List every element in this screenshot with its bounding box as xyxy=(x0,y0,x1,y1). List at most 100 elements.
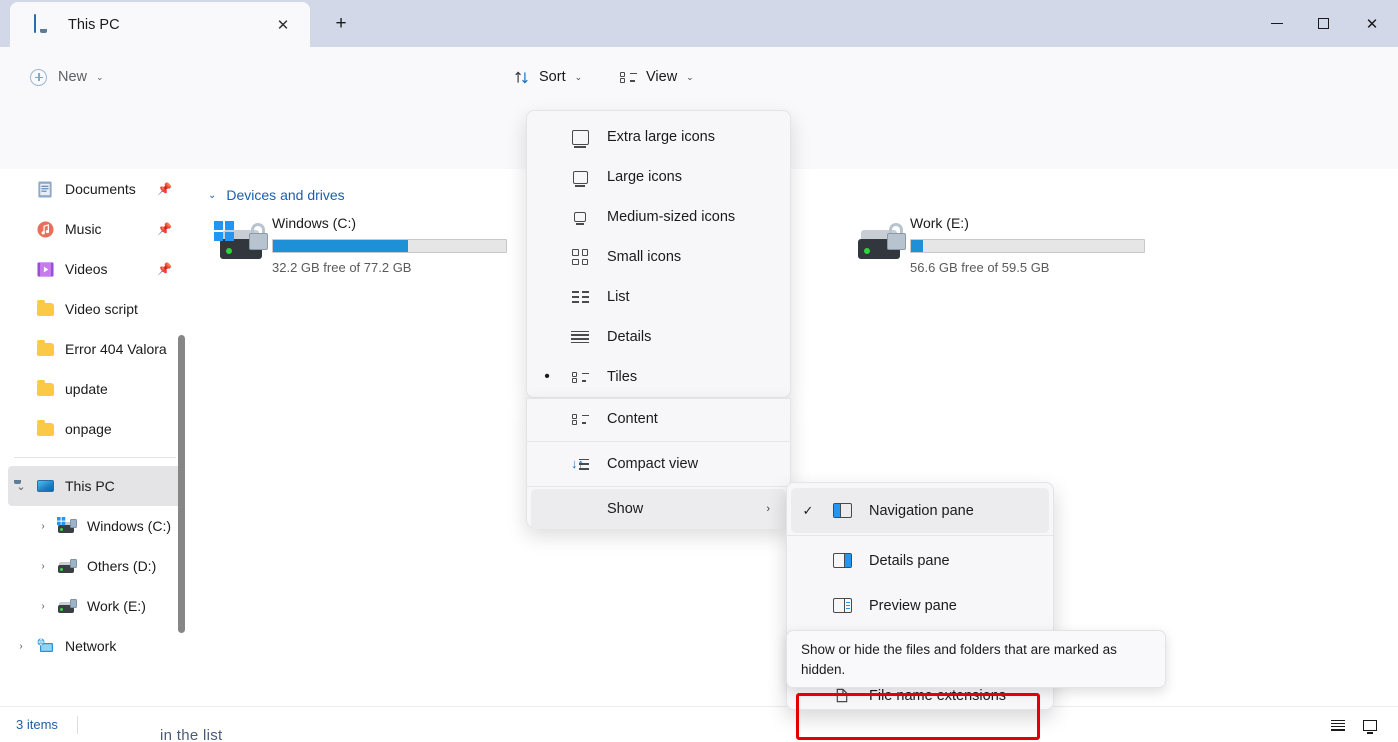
chevron-right-icon: › xyxy=(766,503,770,515)
command-bar: New ⌄ A xyxy=(0,47,1398,135)
sidebar-item-network[interactable]: › Network xyxy=(8,626,182,666)
compact-view-icon: ↓↑ xyxy=(563,457,597,471)
sidebar-item-others-d[interactable]: › Others (D:) xyxy=(8,546,182,586)
view-button[interactable]: View ⌄ xyxy=(612,61,702,93)
twisty: › xyxy=(8,344,34,355)
drive-windows-icon xyxy=(56,516,78,533)
sidebar-item-error-404-valora[interactable]: › Error 404 Valora xyxy=(8,329,182,369)
close-window-button[interactable]: ✕ xyxy=(1346,0,1398,47)
twisty: › xyxy=(8,264,34,275)
sidebar-item-label: update xyxy=(65,381,108,397)
group-header-devices-and-drives[interactable]: ⌄ Devices and drives xyxy=(208,187,345,203)
folder-icon xyxy=(34,299,56,316)
list-icon xyxy=(563,291,597,303)
sidebar-item-documents[interactable]: › Documents 📌 xyxy=(8,169,182,209)
sidebar-item-update[interactable]: › update xyxy=(8,369,182,409)
submenu-item-label: Details pane xyxy=(869,552,950,569)
chevron-down-icon: ⌄ xyxy=(96,71,104,82)
sort-label: Sort xyxy=(539,69,566,85)
sidebar-item-windows-c[interactable]: › Windows (C:) xyxy=(8,506,182,546)
submenu-item-preview-pane[interactable]: Preview pane xyxy=(791,583,1049,628)
submenu-item-label: Preview pane xyxy=(869,597,957,614)
tab-this-pc[interactable]: This PC ✕ xyxy=(10,2,310,47)
pin-icon[interactable]: 📌 xyxy=(157,222,172,236)
view-label: View xyxy=(646,69,678,85)
capacity-bar xyxy=(272,239,507,253)
monitor-icon xyxy=(34,13,54,35)
background-bleed-text: in the list xyxy=(160,727,223,742)
menu-item-small-icons[interactable]: Small icons xyxy=(531,237,786,277)
twisty[interactable]: › xyxy=(8,641,34,652)
status-divider xyxy=(77,716,78,734)
menu-item-large-icons[interactable]: Large icons xyxy=(531,157,786,197)
menu-item-details[interactable]: Details xyxy=(531,317,786,357)
tab-title: This PC xyxy=(68,16,120,33)
menu-item-compact-view[interactable]: ↓↑ Compact view xyxy=(531,444,786,484)
item-count: 3 items xyxy=(16,717,58,732)
twisty[interactable]: › xyxy=(30,601,56,612)
drive-free-space: 56.6 GB free of 59.5 GB xyxy=(910,260,1050,275)
drive-tile-windows-c[interactable]: Windows (C:) 32.2 GB free of 77.2 GB xyxy=(214,213,514,275)
menu-item-label: Details xyxy=(607,329,652,345)
chevron-down-icon[interactable]: ⌄ xyxy=(208,190,216,201)
menu-item-extra-large-icons[interactable]: Extra large icons xyxy=(531,117,786,157)
close-icon[interactable]: ✕ xyxy=(272,14,294,36)
music-icon xyxy=(34,220,56,238)
sidebar-item-work-e[interactable]: › Work (E:) xyxy=(8,586,182,626)
twisty[interactable]: › xyxy=(30,561,56,572)
menu-item-label: Large icons xyxy=(607,169,682,185)
minimize-button[interactable] xyxy=(1254,0,1300,47)
grid-small-icon xyxy=(563,249,597,265)
menu-item-show[interactable]: Show › xyxy=(531,489,786,529)
sidebar-item-label: Video script xyxy=(65,301,138,317)
sidebar-item-this-pc[interactable]: ⌄ This PC xyxy=(8,466,182,506)
tooltip: Show or hide the files and folders that … xyxy=(786,630,1166,688)
submenu-item-details-pane[interactable]: Details pane xyxy=(791,538,1049,583)
submenu-item-navigation-pane[interactable]: ✓ Navigation pane xyxy=(791,488,1049,533)
drive-icon xyxy=(56,558,78,573)
content-icon xyxy=(563,413,597,426)
maximize-button[interactable] xyxy=(1300,0,1346,47)
drive-tile-work-e[interactable]: Work (E:) 56.6 GB free of 59.5 GB xyxy=(852,213,1152,275)
details-view-button[interactable] xyxy=(1324,711,1352,739)
documents-icon xyxy=(34,180,56,198)
group-header-label: Devices and drives xyxy=(226,187,345,203)
new-button[interactable]: New ⌄ xyxy=(22,61,112,93)
menu-item-medium-sized-icons[interactable]: Medium-sized icons xyxy=(531,197,786,237)
sidebar-scrollbar-thumb[interactable] xyxy=(178,335,185,633)
sort-button[interactable]: Sort ⌄ xyxy=(505,61,590,93)
twisty[interactable]: › xyxy=(30,521,56,532)
pin-icon[interactable]: 📌 xyxy=(157,262,172,276)
menu-item-label: Small icons xyxy=(607,249,682,265)
new-tab-button[interactable]: + xyxy=(327,10,355,38)
large-icons-view-button[interactable] xyxy=(1356,711,1384,739)
menu-item-content[interactable]: Content xyxy=(531,399,786,439)
window-controls: ✕ xyxy=(1254,0,1398,47)
sidebar-item-video-script[interactable]: › Video script xyxy=(8,289,182,329)
menu-item-list[interactable]: List xyxy=(531,277,786,317)
capacity-bar xyxy=(910,239,1145,253)
pin-icon[interactable]: 📌 xyxy=(157,182,172,196)
folder-icon xyxy=(34,419,56,436)
windows-drive-icon xyxy=(214,213,272,275)
twisty-expanded[interactable]: ⌄ xyxy=(8,480,34,493)
monitor-icon xyxy=(34,480,56,492)
menu-item-label: Extra large icons xyxy=(607,129,715,145)
twisty: › xyxy=(8,424,34,435)
title-bar: This PC ✕ + ✕ xyxy=(0,0,1398,47)
sidebar-item-label: Error 404 Valora xyxy=(65,341,167,357)
menu-item-tiles[interactable]: • Tiles xyxy=(531,357,786,397)
drive-name: Work (E:) xyxy=(910,215,969,231)
sidebar-item-onpage[interactable]: › onpage xyxy=(8,409,182,449)
plus-icon xyxy=(30,68,47,86)
navigation-pane-icon xyxy=(825,503,859,518)
sidebar-item-label: onpage xyxy=(65,421,112,437)
details-pane-icon xyxy=(825,553,859,568)
twisty: › xyxy=(8,384,34,395)
new-label: New xyxy=(58,69,88,85)
menu-item-label: Tiles xyxy=(607,369,638,385)
sidebar-item-videos[interactable]: › Videos 📌 xyxy=(8,249,182,289)
sidebar-item-label: Work (E:) xyxy=(87,598,146,614)
sidebar-item-music[interactable]: › Music 📌 xyxy=(8,209,182,249)
view-toggles xyxy=(1324,711,1384,739)
